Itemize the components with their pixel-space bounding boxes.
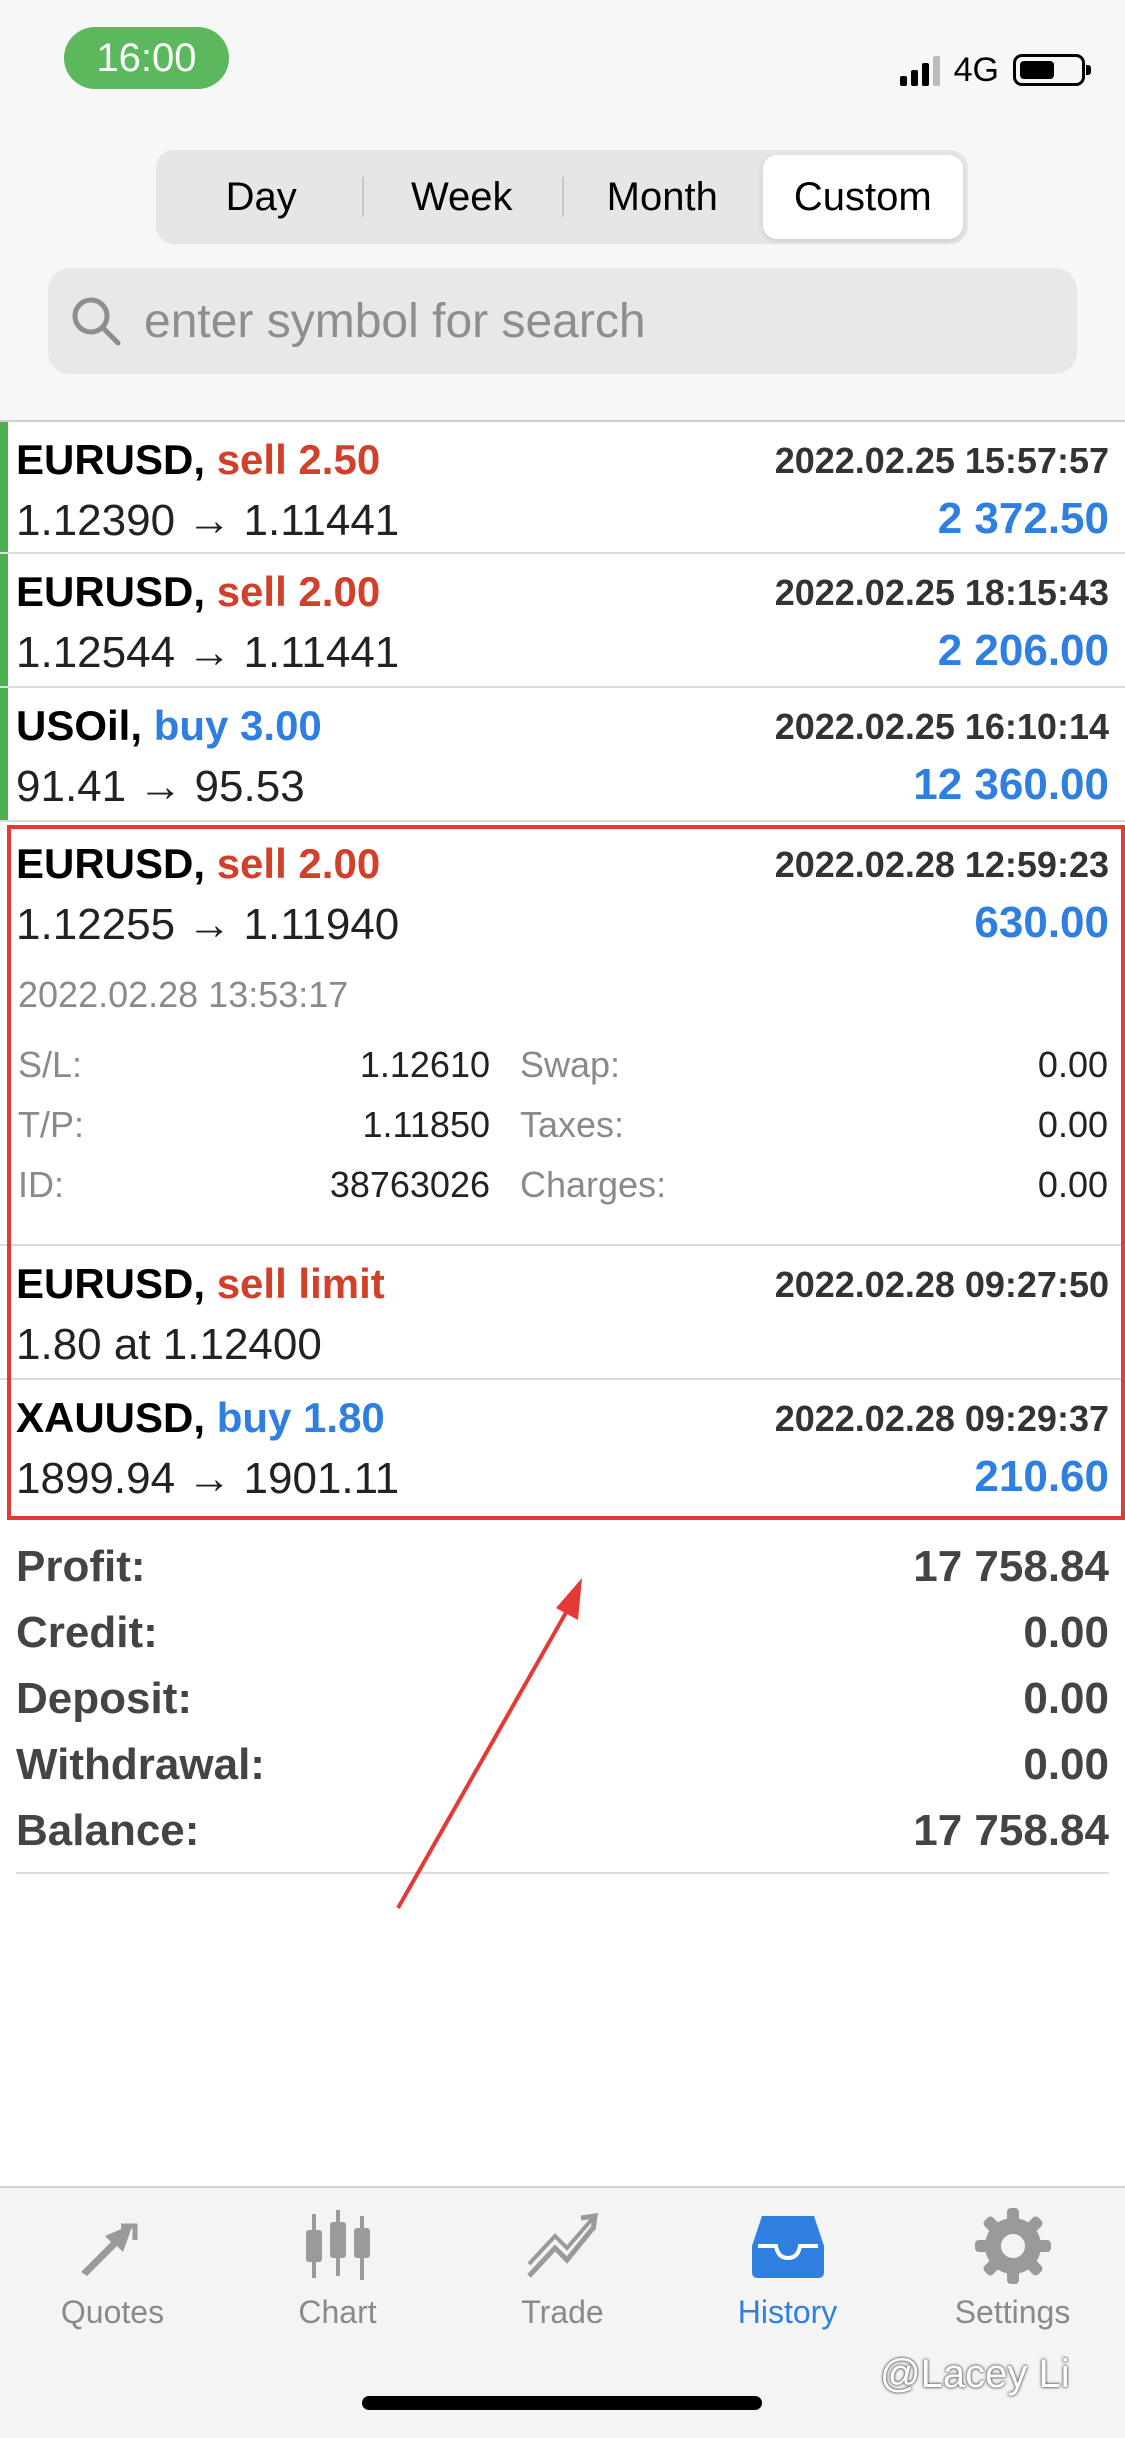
trade-row[interactable]: EURUSD, sell 2.00 2022.02.25 18:15:43 1.… — [0, 554, 1125, 688]
trade-action: buy 3.00 — [153, 702, 322, 749]
trade-price: 1.12544 → 1.11441 — [16, 628, 400, 677]
watermark: @Lacey Li — [880, 2352, 1070, 2396]
summary-label: Deposit: — [16, 1674, 192, 1723]
search-bar — [48, 268, 1077, 374]
tab-label: Quotes — [60, 2294, 165, 2330]
period-segmented-control: Day Week Month Custom — [156, 150, 968, 244]
tab-label: History — [737, 2294, 838, 2330]
tab-chart[interactable]: Chart — [225, 2206, 450, 2331]
trade-date: 2022.02.25 18:15:43 — [774, 572, 1109, 613]
summary-row: Deposit: 0.00 — [16, 1666, 1109, 1732]
history-icon — [751, 2216, 824, 2278]
trade-profit: 2 372.50 — [937, 494, 1109, 543]
summary-label: Withdrawal: — [16, 1740, 265, 1789]
tab-settings[interactable]: Settings — [900, 2206, 1125, 2331]
segment-day[interactable]: Day — [161, 155, 362, 239]
quotes-icon — [80, 2223, 137, 2276]
tab-label: Chart — [298, 2294, 377, 2330]
trade-icon — [526, 2213, 598, 2278]
segment-custom[interactable]: Custom — [762, 155, 963, 239]
chart-icon — [305, 2210, 370, 2280]
network-type: 4G — [953, 50, 999, 89]
tab-label: Trade — [521, 2294, 604, 2330]
trade-price: 91.41 → 95.53 — [16, 762, 305, 811]
top-area: 16:00 4G Day Week Month Custom — [0, 0, 1125, 420]
summary-value: 17 758.84 — [913, 1806, 1109, 1855]
status-indicators: 4G — [899, 48, 1091, 92]
trade-row[interactable]: USOil, buy 3.00 2022.02.25 16:10:14 91.4… — [0, 688, 1125, 822]
trade-action: sell 2.00 — [216, 568, 381, 615]
summary-row: Profit: 17 758.84 — [16, 1534, 1109, 1600]
summary-value: 0.00 — [1023, 1674, 1109, 1723]
trade-profit: 12 360.00 — [913, 760, 1109, 809]
account-summary: Profit: 17 758.84 Credit: 0.00 Deposit: 0.0… — [16, 1534, 1109, 1864]
trade-action: sell 2.50 — [216, 436, 381, 483]
summary-label: Balance: — [16, 1806, 200, 1855]
history-list: EURUSD, sell 2.50 2022.02.25 15:57:57 1.… — [0, 420, 1125, 822]
summary-value: 17 758.84 — [913, 1542, 1109, 1591]
summary-row: Balance: 17 758.84 — [16, 1798, 1109, 1864]
search-icon — [72, 297, 121, 346]
highlight-box — [7, 825, 1125, 1520]
status-time: 16:00 — [64, 27, 229, 89]
tab-label: Settings — [954, 2294, 1071, 2330]
segment-month[interactable]: Month — [562, 155, 763, 239]
summary-label: Credit: — [16, 1608, 158, 1657]
home-indicator[interactable] — [362, 2396, 762, 2410]
summary-divider — [16, 1872, 1109, 1874]
summary-row: Withdrawal: 0.00 — [16, 1732, 1109, 1798]
trade-date: 2022.02.25 16:10:14 — [774, 706, 1109, 747]
summary-row: Credit: 0.00 — [16, 1600, 1109, 1666]
search-input[interactable] — [142, 292, 1046, 350]
trade-symbol: EURUSD, — [16, 568, 206, 615]
trade-symbol: USOil, — [16, 702, 143, 749]
trade-row[interactable]: EURUSD, sell 2.50 2022.02.25 15:57:57 1.… — [0, 420, 1125, 554]
battery-icon — [1013, 54, 1091, 86]
summary-value: 0.00 — [1023, 1740, 1109, 1789]
settings-icon — [974, 2208, 1051, 2284]
trade-date: 2022.02.25 15:57:57 — [774, 440, 1109, 481]
tab-quotes[interactable]: Quotes — [0, 2206, 225, 2331]
trade-symbol: EURUSD, — [16, 436, 206, 483]
signal-icon — [899, 54, 940, 86]
tab-trade[interactable]: Trade — [450, 2206, 675, 2331]
tab-history[interactable]: History — [675, 2206, 900, 2331]
trade-price: 1.12390 → 1.11441 — [16, 496, 400, 545]
summary-label: Profit: — [16, 1542, 146, 1591]
segment-week[interactable]: Week — [361, 155, 563, 239]
summary-value: 0.00 — [1023, 1608, 1109, 1657]
trade-profit: 2 206.00 — [937, 626, 1109, 675]
